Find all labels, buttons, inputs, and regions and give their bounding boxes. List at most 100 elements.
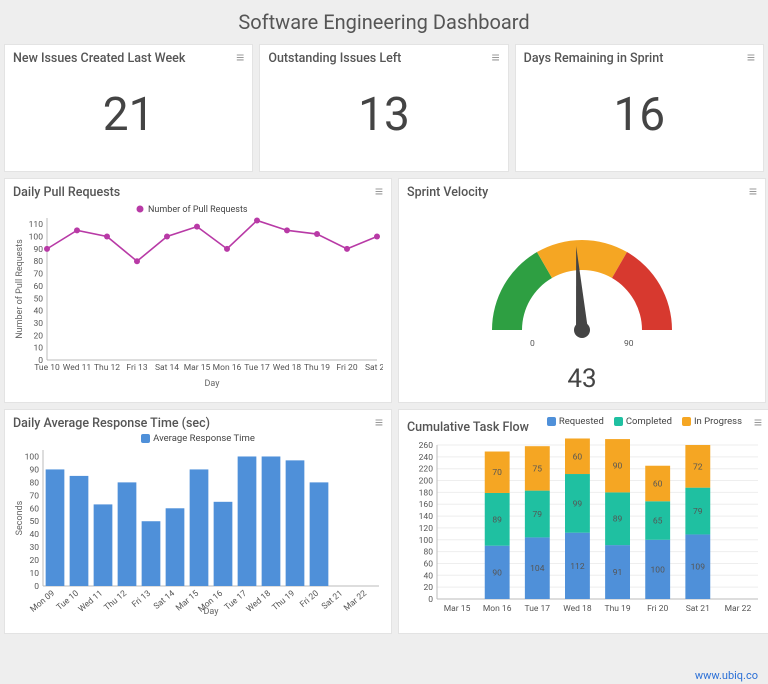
card-title: Daily Pull Requests bbox=[13, 185, 383, 200]
svg-text:90: 90 bbox=[492, 568, 502, 578]
svg-text:Wed 11: Wed 11 bbox=[77, 589, 105, 615]
svg-text:Fri 20: Fri 20 bbox=[336, 363, 357, 373]
svg-text:89: 89 bbox=[492, 515, 502, 525]
sprint-velocity-card: Sprint Velocity ≡ 090 43 bbox=[398, 178, 766, 403]
svg-text:Fri 20: Fri 20 bbox=[298, 588, 321, 609]
svg-text:50: 50 bbox=[33, 294, 43, 304]
kpi-outstanding-issues: Outstanding Issues Left ≡ 13 bbox=[259, 44, 508, 172]
svg-text:60: 60 bbox=[423, 559, 433, 569]
legend-label: Completed bbox=[626, 416, 672, 427]
svg-text:79: 79 bbox=[693, 507, 703, 517]
pull-requests-chart: Number of Pull Requests01020304050607080… bbox=[13, 200, 383, 388]
svg-text:20: 20 bbox=[423, 583, 433, 593]
svg-text:Day: Day bbox=[205, 379, 221, 388]
dashboard: Software Engineering Dashboard New Issue… bbox=[0, 0, 768, 644]
svg-text:Thu 12: Thu 12 bbox=[94, 363, 120, 373]
svg-text:72: 72 bbox=[693, 462, 703, 472]
svg-text:65: 65 bbox=[653, 517, 663, 527]
svg-text:70: 70 bbox=[33, 270, 43, 280]
svg-text:Thu 19: Thu 19 bbox=[304, 363, 330, 373]
legend-label: Requested bbox=[559, 416, 604, 427]
kpi-value: 16 bbox=[524, 66, 755, 142]
svg-text:50: 50 bbox=[29, 517, 39, 527]
svg-text:30: 30 bbox=[29, 543, 39, 553]
legend-label: Average Response Time bbox=[153, 433, 255, 444]
svg-text:20: 20 bbox=[29, 556, 39, 566]
card-title: Cumulative Task Flow bbox=[407, 420, 529, 435]
svg-text:40: 40 bbox=[29, 530, 39, 540]
svg-text:60: 60 bbox=[29, 504, 39, 514]
svg-text:90: 90 bbox=[29, 465, 39, 475]
sprint-velocity-gauge: 090 43 bbox=[407, 200, 757, 388]
svg-text:99: 99 bbox=[573, 499, 583, 509]
svg-text:Sat 14: Sat 14 bbox=[155, 363, 179, 373]
hamburger-icon[interactable]: ≡ bbox=[236, 51, 244, 65]
svg-text:Mar 15: Mar 15 bbox=[444, 604, 471, 614]
svg-text:240: 240 bbox=[419, 453, 434, 463]
hamburger-icon[interactable]: ≡ bbox=[749, 185, 757, 199]
card-title: Daily Average Response Time (sec) bbox=[13, 416, 383, 431]
svg-text:140: 140 bbox=[419, 512, 434, 522]
hamburger-icon[interactable]: ≡ bbox=[747, 51, 755, 65]
svg-text:100: 100 bbox=[25, 452, 40, 462]
hamburger-icon[interactable]: ≡ bbox=[754, 416, 762, 430]
response-time-chart: Average Response Time 010203040506070809… bbox=[13, 433, 383, 621]
svg-text:Thu 12: Thu 12 bbox=[102, 588, 129, 613]
svg-text:110: 110 bbox=[29, 220, 44, 230]
svg-text:Sat 21: Sat 21 bbox=[320, 589, 345, 612]
svg-text:Tue 17: Tue 17 bbox=[223, 589, 249, 613]
middle-row: Daily Pull Requests ≡ Number of Pull Req… bbox=[4, 178, 764, 403]
svg-text:Seconds: Seconds bbox=[15, 500, 25, 535]
svg-text:Wed 18: Wed 18 bbox=[245, 589, 273, 615]
svg-text:109: 109 bbox=[691, 563, 706, 573]
kpi-label: Outstanding Issues Left bbox=[268, 51, 499, 66]
svg-text:0: 0 bbox=[428, 595, 433, 605]
svg-text:60: 60 bbox=[33, 282, 43, 292]
svg-text:Tue 17: Tue 17 bbox=[525, 604, 551, 614]
svg-text:Number of Pull Requests: Number of Pull Requests bbox=[148, 205, 248, 215]
hamburger-icon[interactable]: ≡ bbox=[375, 185, 383, 199]
task-flow-chart: 0204060801001201401601802002202402609089… bbox=[407, 435, 762, 623]
svg-text:Fri 20: Fri 20 bbox=[647, 604, 668, 614]
legend-label: In Progress bbox=[694, 416, 742, 427]
svg-text:10: 10 bbox=[29, 569, 39, 579]
svg-text:40: 40 bbox=[33, 307, 43, 317]
task-flow-card: Cumulative Task Flow ≡ Requested Complet… bbox=[398, 409, 768, 634]
svg-text:89: 89 bbox=[613, 515, 623, 525]
svg-text:Fri 13: Fri 13 bbox=[130, 588, 153, 609]
svg-text:70: 70 bbox=[492, 468, 502, 478]
kpi-label: New Issues Created Last Week bbox=[13, 51, 244, 66]
svg-text:220: 220 bbox=[419, 465, 434, 475]
svg-text:Mon 09: Mon 09 bbox=[29, 589, 58, 615]
hamburger-icon[interactable]: ≡ bbox=[375, 416, 383, 430]
footer-link[interactable]: www.ubiq.co bbox=[695, 669, 758, 682]
response-time-card: Daily Average Response Time (sec) ≡ Aver… bbox=[4, 409, 392, 634]
svg-text:79: 79 bbox=[533, 510, 543, 520]
svg-text:40: 40 bbox=[423, 571, 433, 581]
svg-text:60: 60 bbox=[573, 452, 583, 462]
svg-text:0: 0 bbox=[34, 582, 39, 592]
svg-text:Number of Pull Requests: Number of Pull Requests bbox=[15, 239, 25, 339]
svg-text:90: 90 bbox=[33, 245, 43, 255]
svg-text:Mon 16: Mon 16 bbox=[213, 363, 242, 373]
svg-text:260: 260 bbox=[419, 441, 434, 451]
svg-text:Mar 15: Mar 15 bbox=[174, 588, 201, 613]
svg-text:80: 80 bbox=[423, 548, 433, 558]
svg-text:Wed 18: Wed 18 bbox=[273, 363, 302, 373]
svg-text:104: 104 bbox=[530, 564, 545, 574]
svg-text:20: 20 bbox=[33, 331, 43, 341]
kpi-value: 21 bbox=[13, 66, 244, 142]
kpi-value: 13 bbox=[268, 66, 499, 142]
hamburger-icon[interactable]: ≡ bbox=[491, 51, 499, 65]
card-title: Sprint Velocity bbox=[407, 185, 757, 200]
svg-text:Wed 11: Wed 11 bbox=[63, 363, 91, 373]
svg-text:Mon 16: Mon 16 bbox=[483, 604, 512, 614]
kpi-new-issues: New Issues Created Last Week ≡ 21 bbox=[4, 44, 253, 172]
svg-text:Day: Day bbox=[204, 607, 220, 616]
svg-text:Sat 21: Sat 21 bbox=[365, 363, 383, 373]
page-title: Software Engineering Dashboard bbox=[4, 4, 764, 44]
svg-text:75: 75 bbox=[533, 464, 543, 474]
svg-text:Mar 15: Mar 15 bbox=[184, 363, 211, 373]
svg-text:Thu 19: Thu 19 bbox=[270, 588, 297, 613]
svg-text:90: 90 bbox=[624, 339, 634, 349]
